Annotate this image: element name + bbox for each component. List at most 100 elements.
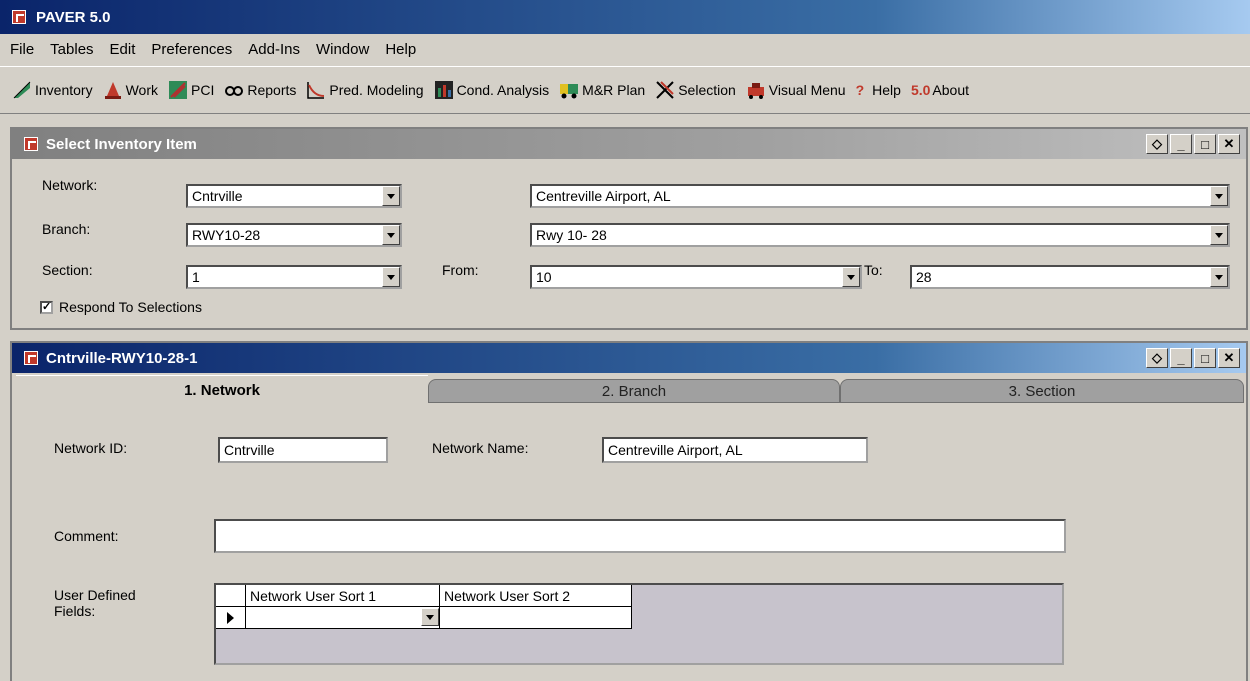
menu-add-ins[interactable]: Add-Ins [248,41,300,58]
branch-name-combo[interactable]: Rwy 10- 28 [530,223,1230,247]
selection-label: Selection [678,82,736,98]
mr-plan-button[interactable]: M&R Plan [559,80,645,100]
chevron-down-icon[interactable] [382,186,400,206]
window-controls: ◇ _ □ ✕ [1144,134,1240,154]
work-label: Work [125,82,159,98]
menu-tables[interactable]: Tables [50,41,93,58]
visual-menu-button[interactable]: Visual Menu [746,80,846,100]
chevron-down-icon[interactable] [1210,267,1228,287]
network-combo-value: Cntrville [192,188,243,204]
network-label: Network: [42,177,98,193]
window-logo-icon [24,137,38,151]
app-titlebar: PAVER 5.0 [0,0,1250,34]
branch-combo[interactable]: RWY10-28 [186,223,402,247]
grid-cell-sort2[interactable] [440,607,632,629]
chevron-down-icon[interactable] [1210,225,1228,245]
visual-menu-icon [747,83,764,99]
tab-network[interactable]: 1. Network [16,375,428,405]
work-button[interactable]: Work [103,80,158,100]
row-pointer-icon [216,607,246,629]
select-inventory-title: Select Inventory Item [46,135,197,153]
about-button[interactable]: 5.0 About [911,82,969,98]
cond-analysis-chart-icon [434,81,453,99]
user-defined-fields-grid: Network User Sort 1 Network User Sort 2 [214,583,1064,665]
inventory-icon [13,81,31,99]
chevron-down-icon[interactable] [421,608,439,626]
selection-button[interactable]: Selection [655,80,736,100]
mr-plan-truck-icon [560,84,579,99]
branch-label: Branch: [42,221,91,237]
network-detail-titlebar: Cntrville-RWY10-28-1 ◇ _ □ ✕ [12,343,1246,373]
network-id-field[interactable]: Cntrville [218,437,388,463]
section-combo[interactable]: 1 [186,265,402,289]
network-name-combo[interactable]: Centreville Airport, AL [530,184,1230,208]
network-name-label: Network Name: [432,440,529,456]
user-defined-fields-label: User Defined Fields: [54,587,136,619]
close-button[interactable]: ✕ [1218,134,1240,154]
restore-extra-icon[interactable]: ◇ [1146,134,1168,154]
menu-bar: File Tables Edit Preferences Add-Ins Win… [0,34,1250,64]
menu-file[interactable]: File [10,41,34,58]
comment-label: Comment: [54,528,119,544]
maximize-button[interactable]: □ [1194,348,1216,368]
pci-label: PCI [191,82,215,98]
about-version-icon: 5.0 [910,82,931,98]
tab-branch[interactable]: 2. Branch [428,379,840,403]
network-detail-title: Cntrville-RWY10-28-1 [46,349,198,367]
network-id-label: Network ID: [54,440,128,456]
menu-preferences[interactable]: Preferences [151,41,232,58]
reports-glasses-icon [225,86,244,96]
inventory-label: Inventory [35,82,93,98]
select-inventory-window: Select Inventory Item ◇ _ □ ✕ Network: C… [10,127,1248,330]
chevron-down-icon[interactable] [842,267,860,287]
respond-to-selections-checkbox[interactable]: ✓ Respond To Selections [40,299,202,315]
from-combo-value: 10 [536,269,552,285]
about-label: About [932,82,970,98]
network-name-combo-value: Centreville Airport, AL [536,188,671,204]
menu-help[interactable]: Help [385,41,416,58]
grid-cell-sort1[interactable] [246,607,440,629]
pred-modeling-button[interactable]: Pred. Modeling [306,80,424,100]
from-label: From: [442,262,479,278]
grid-header-sort2: Network User Sort 2 [440,585,632,607]
cond-analysis-button[interactable]: Cond. Analysis [434,80,549,100]
network-name-field[interactable]: Centreville Airport, AL [602,437,868,463]
close-button[interactable]: ✕ [1218,348,1240,368]
network-combo[interactable]: Cntrville [186,184,402,208]
paver-logo-icon [12,10,26,24]
respond-to-selections-label: Respond To Selections [59,299,202,315]
maximize-button[interactable]: □ [1194,134,1216,154]
menu-window[interactable]: Window [316,41,369,58]
window-logo-icon [24,351,38,365]
visual-menu-label: Visual Menu [768,82,846,98]
menu-edit[interactable]: Edit [110,41,136,58]
branch-name-combo-value: Rwy 10- 28 [536,227,607,243]
help-label: Help [872,82,901,98]
minimize-button[interactable]: _ [1170,134,1192,154]
from-combo[interactable]: 10 [530,265,862,289]
main-toolbar: Inventory Work PCI Reports Pred. Modelin… [0,66,1250,114]
udf-label-line2: Fields: [54,603,96,619]
detail-tabs: 1. Network 2. Branch 3. Section [16,375,1246,405]
grid-header-sort1: Network User Sort 1 [246,585,440,607]
chevron-down-icon[interactable] [382,267,400,287]
window-controls: ◇ _ □ ✕ [1144,348,1240,368]
branch-combo-value: RWY10-28 [192,227,261,243]
restore-extra-icon[interactable]: ◇ [1146,348,1168,368]
tab-section[interactable]: 3. Section [840,379,1244,403]
chevron-down-icon[interactable] [1210,186,1228,206]
minimize-button[interactable]: _ [1170,348,1192,368]
network-id-value: Cntrville [224,442,275,458]
help-button[interactable]: ? Help [856,82,901,98]
to-combo-value: 28 [916,269,932,285]
reports-button[interactable]: Reports [224,80,296,100]
chevron-down-icon[interactable] [382,225,400,245]
reports-label: Reports [247,82,297,98]
pci-button[interactable]: PCI [168,80,214,100]
select-inventory-titlebar: Select Inventory Item ◇ _ □ ✕ [12,129,1246,159]
grid-corner [216,585,246,607]
inventory-button[interactable]: Inventory [12,80,93,100]
to-combo[interactable]: 28 [910,265,1230,289]
comment-field[interactable] [214,519,1066,553]
work-cone-icon [104,82,121,99]
